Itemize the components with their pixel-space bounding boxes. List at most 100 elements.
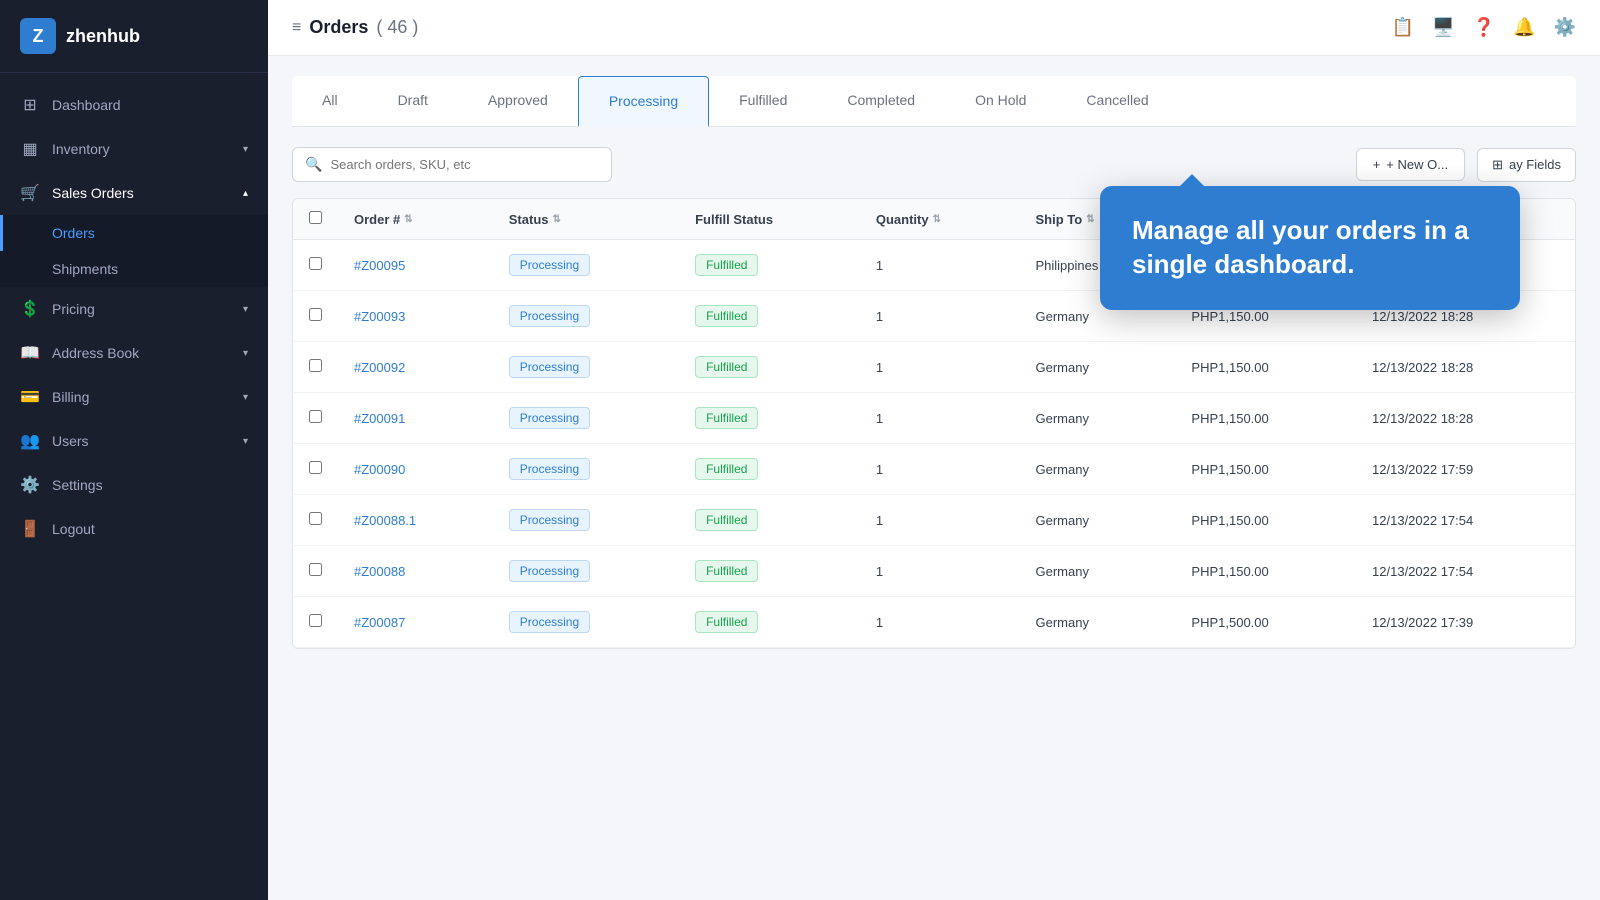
- sidebar-item-settings[interactable]: ⚙️ Settings: [0, 463, 268, 507]
- sort-icon: ⇅: [553, 214, 561, 225]
- row-fulfill-status: Fulfilled: [679, 546, 860, 597]
- tab-draft[interactable]: Draft: [368, 76, 458, 126]
- row-quantity: 1: [860, 240, 1020, 291]
- sidebar-item-shipments[interactable]: Shipments: [0, 251, 268, 287]
- row-checkbox[interactable]: [309, 308, 322, 321]
- sidebar-item-dashboard[interactable]: ⊞ Dashboard: [0, 83, 268, 127]
- app-name: zhenhub: [66, 26, 140, 47]
- sidebar-item-label: Pricing: [52, 301, 95, 317]
- monitor-icon[interactable]: 🖥️: [1432, 17, 1454, 38]
- columns-icon: ⊞: [1492, 157, 1503, 173]
- row-checkbox[interactable]: [309, 563, 322, 576]
- row-status: Processing: [493, 444, 679, 495]
- row-fulfill-status: Fulfilled: [679, 342, 860, 393]
- header-checkbox[interactable]: [293, 199, 338, 240]
- select-all-checkbox[interactable]: [309, 211, 322, 224]
- search-box[interactable]: 🔍: [292, 147, 612, 182]
- col-order[interactable]: Order # ⇅: [338, 199, 493, 240]
- tab-all[interactable]: All: [292, 76, 368, 126]
- row-ship-to: Germany: [1019, 393, 1175, 444]
- row-checkbox[interactable]: [309, 512, 322, 525]
- tab-approved[interactable]: Approved: [458, 76, 578, 126]
- clipboard-icon[interactable]: 📋: [1392, 17, 1414, 38]
- row-order: #Z00090: [338, 444, 493, 495]
- order-link[interactable]: #Z00091: [354, 411, 405, 426]
- logout-icon: 🚪: [20, 519, 40, 539]
- row-ship-to: Germany: [1019, 495, 1175, 546]
- row-total-price: PHP1,150.00: [1175, 342, 1356, 393]
- new-order-button[interactable]: + + New O...: [1356, 148, 1465, 181]
- row-fulfill-status: Fulfilled: [679, 597, 860, 648]
- order-link[interactable]: #Z00092: [354, 360, 405, 375]
- tab-completed[interactable]: Completed: [817, 76, 945, 126]
- chevron-down-icon: ▾: [243, 144, 248, 155]
- ship-to-sort: Ship To ⇅: [1035, 212, 1094, 227]
- row-checkbox-cell[interactable]: [293, 597, 338, 648]
- status-badge: Processing: [509, 509, 590, 531]
- row-quantity: 1: [860, 444, 1020, 495]
- order-link[interactable]: #Z00088: [354, 564, 405, 579]
- status-badge: Processing: [509, 254, 590, 276]
- tab-cancelled[interactable]: Cancelled: [1056, 76, 1178, 126]
- row-checkbox[interactable]: [309, 410, 322, 423]
- order-link[interactable]: #Z00087: [354, 615, 405, 630]
- billing-icon: 💳: [20, 387, 40, 407]
- tooltip-arrow: [1180, 174, 1204, 186]
- row-order: #Z00093: [338, 291, 493, 342]
- inventory-icon: ▦: [20, 139, 40, 159]
- row-fulfill-status: Fulfilled: [679, 291, 860, 342]
- col-quantity[interactable]: Quantity ⇅: [860, 199, 1020, 240]
- row-checkbox[interactable]: [309, 257, 322, 270]
- tab-fulfilled[interactable]: Fulfilled: [709, 76, 817, 126]
- sidebar-item-orders[interactable]: Orders: [0, 215, 268, 251]
- row-status: Processing: [493, 240, 679, 291]
- row-checkbox-cell[interactable]: [293, 546, 338, 597]
- sidebar-item-label: Users: [52, 433, 89, 449]
- order-link[interactable]: #Z00090: [354, 462, 405, 477]
- row-checkbox-cell[interactable]: [293, 495, 338, 546]
- sidebar-item-label: Dashboard: [52, 97, 121, 113]
- row-checkbox[interactable]: [309, 614, 322, 627]
- tab-on-hold[interactable]: On Hold: [945, 76, 1056, 126]
- row-fulfill-status: Fulfilled: [679, 495, 860, 546]
- row-checkbox-cell[interactable]: [293, 342, 338, 393]
- row-checkbox[interactable]: [309, 461, 322, 474]
- sidebar-item-pricing[interactable]: 💲 Pricing ▾: [0, 287, 268, 331]
- row-checkbox-cell[interactable]: [293, 291, 338, 342]
- sidebar-item-sales-orders[interactable]: 🛒 Sales Orders ▴: [0, 171, 268, 215]
- col-status[interactable]: Status ⇅: [493, 199, 679, 240]
- main-content: ≡ Orders ( 46 ) 📋 🖥️ ❓ 🔔 ⚙️ All Draft Ap…: [268, 0, 1600, 900]
- row-checkbox-cell[interactable]: [293, 240, 338, 291]
- row-quantity: 1: [860, 393, 1020, 444]
- search-input[interactable]: [330, 157, 599, 172]
- sidebar-item-users[interactable]: 👥 Users ▾: [0, 419, 268, 463]
- sidebar-item-address-book[interactable]: 📖 Address Book ▾: [0, 331, 268, 375]
- status-badge: Processing: [509, 560, 590, 582]
- row-checkbox-cell[interactable]: [293, 444, 338, 495]
- bell-icon[interactable]: 🔔: [1513, 17, 1535, 38]
- row-status: Processing: [493, 342, 679, 393]
- logo-icon: Z: [20, 18, 56, 54]
- gear-icon[interactable]: ⚙️: [1554, 17, 1576, 38]
- display-fields-button[interactable]: ⊞ ay Fields: [1477, 148, 1576, 182]
- row-created: 12/13/2022 18:28: [1356, 393, 1575, 444]
- row-total-price: PHP1,150.00: [1175, 495, 1356, 546]
- order-sort: Order # ⇅: [354, 212, 413, 227]
- fulfill-status-badge: Fulfilled: [695, 254, 758, 276]
- chevron-up-icon: ▴: [243, 188, 248, 199]
- sidebar-item-label: Logout: [52, 521, 95, 537]
- sidebar-item-billing[interactable]: 💳 Billing ▾: [0, 375, 268, 419]
- order-link[interactable]: #Z00093: [354, 309, 405, 324]
- row-checkbox[interactable]: [309, 359, 322, 372]
- sidebar-item-logout[interactable]: 🚪 Logout: [0, 507, 268, 551]
- orders-count: ( 46 ): [376, 17, 418, 38]
- row-ship-to: Germany: [1019, 342, 1175, 393]
- row-checkbox-cell[interactable]: [293, 393, 338, 444]
- sort-icon: ⇅: [933, 214, 941, 225]
- help-icon[interactable]: ❓: [1473, 17, 1495, 38]
- row-fulfill-status: Fulfilled: [679, 393, 860, 444]
- order-link[interactable]: #Z00088.1: [354, 513, 416, 528]
- tab-processing[interactable]: Processing: [578, 76, 709, 127]
- sidebar-item-inventory[interactable]: ▦ Inventory ▾: [0, 127, 268, 171]
- order-link[interactable]: #Z00095: [354, 258, 405, 273]
